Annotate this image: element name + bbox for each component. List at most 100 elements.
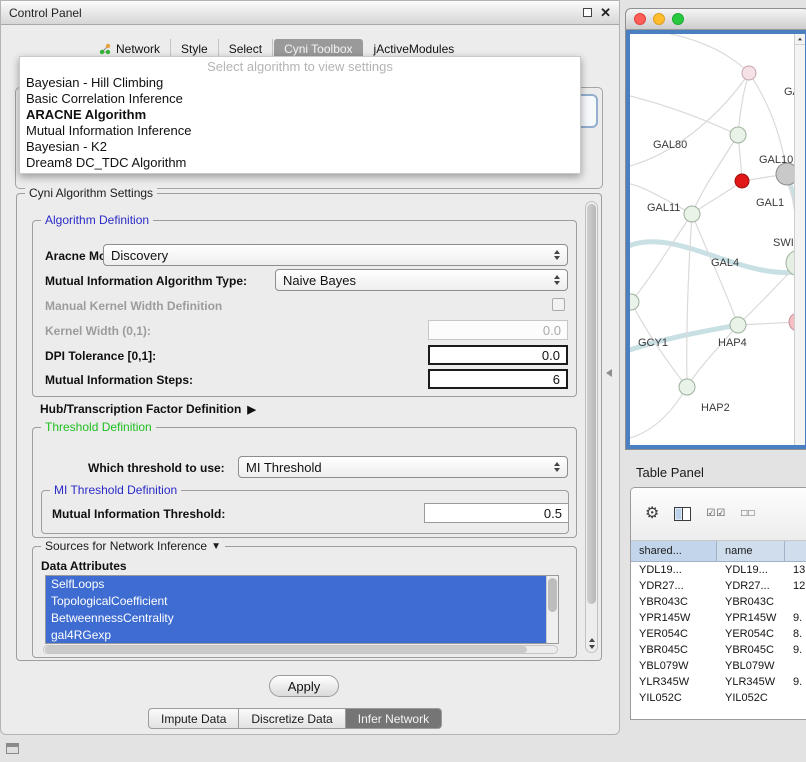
network-node-label: HAP2 [701,402,730,414]
control-panel-titlebar[interactable]: Control Panel ✕ [1,1,619,25]
scrollbar-arrows[interactable] [586,636,597,651]
list-scrollbar[interactable] [546,576,558,643]
scrollbar-thumb[interactable] [548,578,557,612]
gear-icon[interactable]: ⚙ [645,506,659,522]
sources-expander[interactable]: Sources for Network Inference ▼ [41,539,225,553]
group-title: Algorithm Definition [41,213,153,227]
kernel-width-field[interactable]: 0.0 [428,320,568,340]
table-row[interactable]: YLR345W YLR345W 9. [631,674,806,690]
close-icon[interactable]: ✕ [600,6,611,19]
network-node[interactable] [735,174,749,188]
cell: YBR043C [717,594,785,610]
network-node[interactable] [630,294,639,310]
scrollbar-thumb[interactable] [587,204,596,604]
cell: YLR345W [717,674,785,690]
tab-impute-data[interactable]: Impute Data [148,708,239,729]
cell: YBL079W [717,658,785,674]
which-threshold-select[interactable]: MI Threshold [238,456,568,478]
list-item[interactable]: TopologicalCoefficient [46,593,546,610]
manual-kernel-checkbox[interactable] [552,298,565,311]
network-node[interactable] [742,66,756,80]
network-scrollbar[interactable] [794,34,805,445]
table-row[interactable]: YER054C YER054C 8. [631,626,806,642]
mi-steps-field[interactable]: 6 [428,369,568,389]
cell: YER054C [717,626,785,642]
list-item[interactable]: SelfLoops [46,576,546,593]
network-window-titlebar[interactable] [626,9,806,30]
cell: YPR145W [631,610,717,626]
tab-infer-network[interactable]: Infer Network [346,708,442,729]
dropdown-placeholder: Select algorithm to view settings [20,59,580,75]
dropdown-item[interactable]: Mutual Information Inference [20,123,580,139]
network-node[interactable] [730,127,746,143]
sources-title: Sources for Network Inference [45,539,207,553]
cell: YDR27... [717,578,785,594]
cyni-algorithm-settings-group: Cyni Algorithm Settings Algorithm Defini… [16,193,602,661]
scroll-up-icon[interactable] [589,638,595,642]
scroll-up-button[interactable] [795,34,805,45]
table-row[interactable]: YBR045C YBR045C 9. [631,642,806,658]
dpi-tolerance-field[interactable]: 0.0 [428,345,568,365]
table-row[interactable]: YBL079W YBL079W [631,658,806,674]
table-row[interactable]: YPR145W YPR145W 9. [631,610,806,626]
column-header-shared-name[interactable]: shared... [631,541,717,562]
hub-definition-expander[interactable]: Hub/Transcription Factor Definition ▶ [40,402,256,416]
columns-icon[interactable] [674,507,691,521]
settings-scrollbar[interactable] [585,201,598,653]
group-title: Cyni Algorithm Settings [25,186,157,200]
dropdown-item[interactable]: Bayesian - Hill Climbing [20,75,580,91]
network-node-label: GAL80 [653,139,687,151]
network-node-label: GAL10 [759,154,793,166]
table-row[interactable]: YIL052C YIL052C [631,690,806,706]
network-canvas[interactable]: GAL80 GAL10 GAL11 GAL1 SWI4 GAL4 GCY1 HA… [630,34,805,445]
collapse-arrow-icon[interactable]: ▼ [211,541,221,552]
network-node[interactable] [679,379,695,395]
network-node[interactable] [730,317,746,333]
minimize-traffic-light[interactable] [653,13,665,25]
select-all-checkboxes-icon[interactable]: ☑☑ [706,509,726,519]
cell: 12 [785,578,806,594]
mi-threshold-label: Mutual Information Threshold: [52,507,225,521]
scrollbar-thumb[interactable] [45,646,527,653]
network-node-label: GAL1 [756,197,784,209]
close-traffic-light[interactable] [634,13,646,25]
list-horizontal-scrollbar[interactable] [43,645,558,654]
scroll-down-icon[interactable] [589,645,595,649]
window-title: Control Panel [9,6,82,20]
float-window-icon[interactable] [583,8,592,17]
column-header-name[interactable]: name [717,541,785,562]
mi-type-select[interactable]: Naive Bayes [275,269,568,291]
dropdown-item-selected[interactable]: ARACNE Algorithm [20,107,580,123]
combo-arrows-icon [546,250,560,260]
aracne-mode-select[interactable]: Discovery [103,244,568,266]
list-item[interactable]: BetweennessCentrality [46,610,546,627]
data-attributes-list[interactable]: SelfLoops TopologicalCoefficient Between… [45,575,559,644]
which-threshold-label: Which threshold to use: [88,461,225,475]
dropdown-item[interactable]: Dream8 DC_TDC Algorithm [20,155,580,171]
mi-threshold-field[interactable]: 0.5 [424,503,569,523]
deselect-all-checkboxes-icon[interactable]: □□ [741,509,755,519]
cell: 13 [785,562,806,578]
network-edge [630,34,801,438]
docked-panel-icon[interactable] [6,743,19,754]
network-tab-icon [99,43,111,55]
mi-type-label: Mutual Information Algorithm Type: [45,274,247,288]
mi-steps-label: Mutual Information Steps: [45,373,193,387]
list-item[interactable]: gal4RGexp [46,627,546,644]
dropdown-item[interactable]: Basic Correlation Inference [20,91,580,107]
expand-arrow-icon[interactable]: ▶ [247,403,255,416]
table-row[interactable]: YBR043C YBR043C [631,594,806,610]
table-row[interactable]: YDL19... YDL19... 13 [631,562,806,578]
selected-value: Discovery [111,248,168,263]
tab-discretize-data[interactable]: Discretize Data [239,708,345,729]
table-header: shared... name [631,541,806,562]
apply-button[interactable]: Apply [269,675,339,697]
table-panel-window: ⚙ ☑☑ □□ shared... name YDL19... YDL19...… [630,487,806,720]
panel-collapse-icon[interactable] [606,369,612,377]
cell: 9. [785,674,806,690]
zoom-traffic-light[interactable] [672,13,684,25]
dropdown-item[interactable]: Bayesian - K2 [20,139,580,155]
table-row[interactable]: YDR27... YDR27... 12 [631,578,806,594]
network-node[interactable] [684,206,700,222]
column-header-clipped[interactable] [785,541,806,562]
